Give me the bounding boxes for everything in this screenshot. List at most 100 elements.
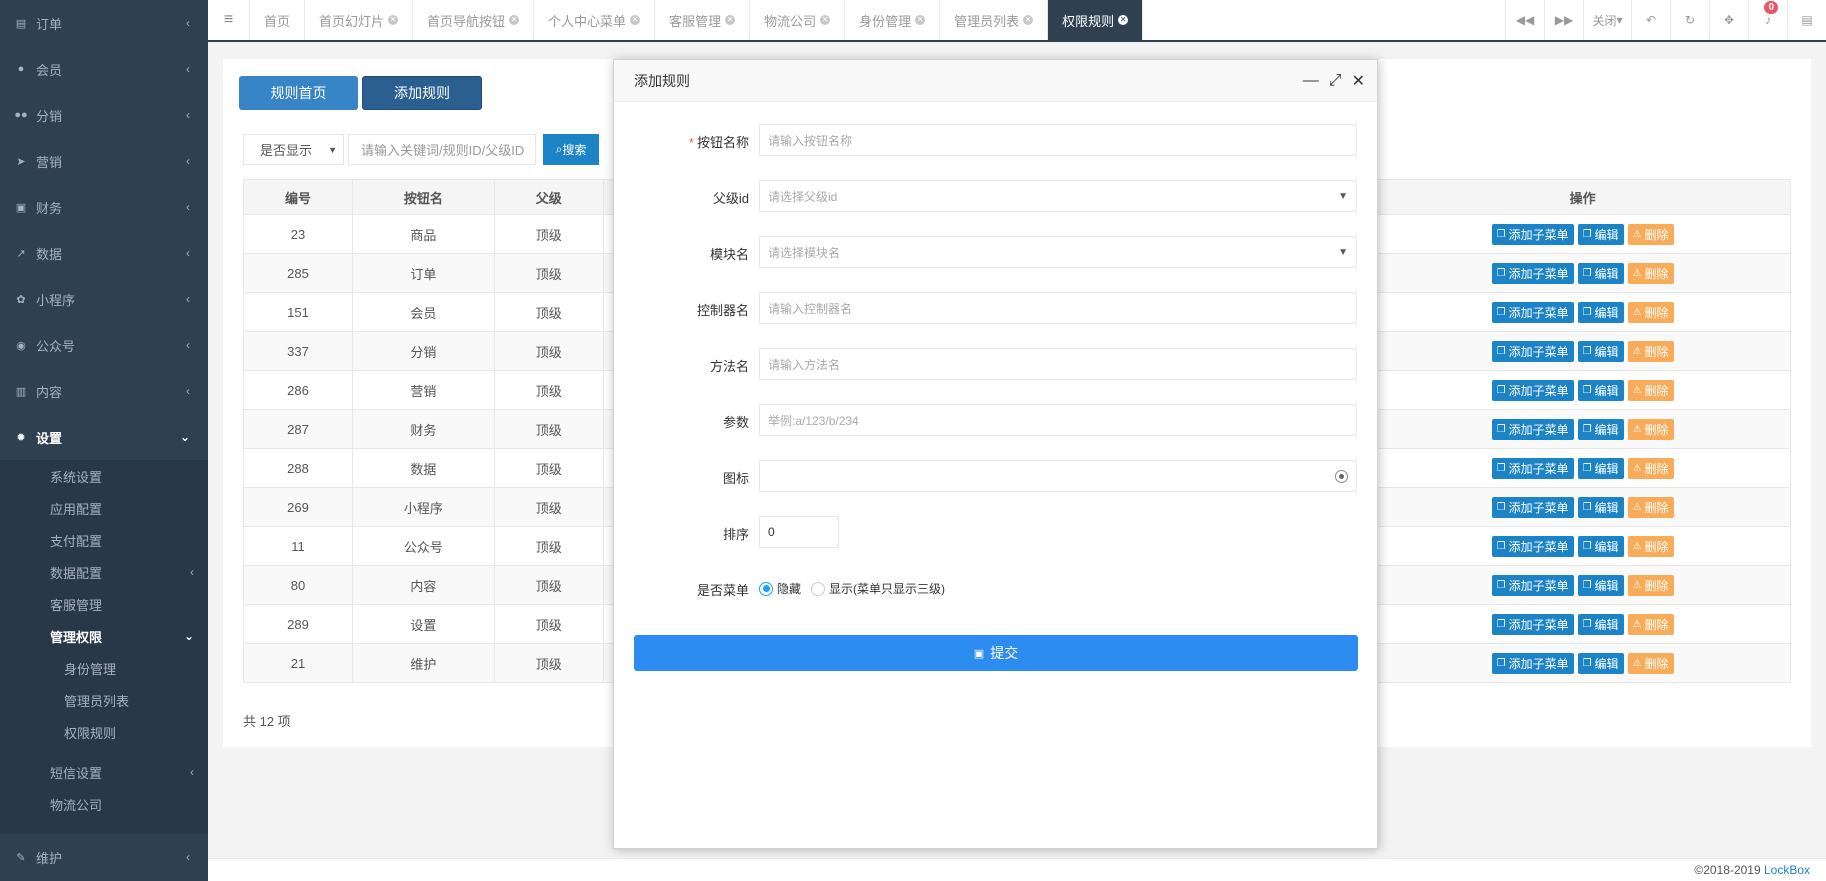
icon-input[interactable] [759,460,1357,492]
close-icon[interactable]: ✕ [1023,15,1034,25]
sub-item-roles[interactable]: 身份管理 [0,652,208,684]
tab-home[interactable]: 首页 [250,0,306,40]
sidebar-item-order[interactable]: ▤ 订单 ‹ [0,0,208,46]
tab-permission-rules[interactable]: 权限规则 ✕ [1048,0,1144,40]
delete-button[interactable]: ⚠ 删除 [1627,223,1674,245]
params-input[interactable]: 举例:a/123/b/234 [759,404,1357,436]
edit-button[interactable]: ❐ 编辑 [1577,652,1624,674]
method-input[interactable]: 请输入方法名 [759,348,1357,380]
delete-button[interactable]: ⚠ 删除 [1627,574,1674,596]
add-child-menu-button[interactable]: ❐ 添加子菜单 [1491,223,1574,245]
delete-button[interactable]: ⚠ 删除 [1627,535,1674,557]
add-child-menu-button[interactable]: ❐ 添加子菜单 [1491,301,1574,323]
bell-icon[interactable]: ♪ 0 [1748,0,1787,40]
close-icon[interactable]: ✕ [915,15,926,25]
add-rule-button[interactable]: 添加规则 [362,76,482,110]
menu-toggle-icon[interactable]: ≡ [208,0,250,40]
delete-button[interactable]: ⚠ 删除 [1627,262,1674,284]
scroll-right-icon[interactable]: ▶▶ [1544,0,1583,40]
sort-input[interactable]: 0 [759,516,839,548]
minimize-icon[interactable]: — [1303,72,1319,90]
edit-button[interactable]: ❐ 编辑 [1577,457,1624,479]
sub-item-system-settings[interactable]: 系统设置 [0,460,208,492]
add-child-menu-button[interactable]: ❐ 添加子菜单 [1491,496,1574,518]
radio-show[interactable] [811,581,826,596]
sub-item-sms-settings[interactable]: 短信设置 ‹ [0,756,208,788]
edit-button[interactable]: ❐ 编辑 [1577,223,1624,245]
sidebar-item-content[interactable]: ▥ 内容 ‹ [0,368,208,414]
delete-button[interactable]: ⚠ 删除 [1627,379,1674,401]
search-input[interactable]: 请输入关键词/规则ID/父级ID [348,134,536,165]
fullscreen-icon[interactable]: ✥ [1709,0,1748,40]
back-icon[interactable]: ↶ [1631,0,1670,40]
sub-item-permission-rules[interactable]: 权限规则 [0,716,208,748]
search-button[interactable]: ⌕ 搜索 [543,134,599,165]
sub-item-app-config[interactable]: 应用配置 [0,492,208,524]
sidebar-item-member[interactable]: ● 会员 ‹ [0,46,208,92]
delete-button[interactable]: ⚠ 删除 [1627,340,1674,362]
sub-item-permissions[interactable]: 管理权限 ⌄ [0,620,208,652]
radio-hide[interactable] [759,581,773,596]
add-child-menu-button[interactable]: ❐ 添加子菜单 [1491,535,1574,557]
close-tabs-dropdown[interactable]: 关闭 ▾ [1583,0,1631,40]
delete-button[interactable]: ⚠ 删除 [1627,418,1674,440]
panel-icon[interactable]: ▤ [1787,0,1826,40]
maximize-icon[interactable]: ⤢ [1329,72,1342,90]
sub-item-data-config[interactable]: 数据配置 ‹ [0,556,208,588]
delete-button[interactable]: ⚠ 删除 [1627,301,1674,323]
sidebar-item-maintenance[interactable]: ✎ 维护 ‹ [0,834,208,880]
edit-button[interactable]: ❐ 编辑 [1577,418,1624,440]
close-icon[interactable]: ✕ [509,15,520,25]
show-filter-select[interactable]: 是否显示 ▼ [243,134,344,165]
controller-input[interactable]: 请输入控制器名 [759,292,1357,324]
module-select[interactable]: 请选择模块名 ▼ [759,236,1357,268]
sub-item-logistics[interactable]: 物流公司 [0,788,208,820]
close-icon[interactable]: ✕ [388,15,399,25]
sub-item-admin-list[interactable]: 管理员列表 [0,684,208,716]
edit-button[interactable]: ❐ 编辑 [1577,613,1624,635]
button-name-input[interactable]: 请输入按钮名称 [759,124,1357,156]
delete-button[interactable]: ⚠ 删除 [1627,457,1674,479]
sub-item-customer-service[interactable]: 客服管理 [0,588,208,620]
brand-link[interactable]: LockBox [1764,863,1810,877]
sidebar-item-settings[interactable]: ✹ 设置 ⌄ [0,414,208,460]
sub-item-pay-config[interactable]: 支付配置 [0,524,208,556]
rules-home-button[interactable]: 规则首页 [239,76,358,110]
sidebar-item-data[interactable]: ↗ 数据 ‹ [0,230,208,276]
delete-button[interactable]: ⚠ 删除 [1627,652,1674,674]
add-child-menu-button[interactable]: ❐ 添加子菜单 [1491,574,1574,596]
edit-button[interactable]: ❐ 编辑 [1577,574,1624,596]
add-child-menu-button[interactable]: ❐ 添加子菜单 [1491,340,1574,362]
close-icon[interactable]: ✕ [820,15,831,25]
edit-button[interactable]: ❐ 编辑 [1577,301,1624,323]
add-child-menu-button[interactable]: ❐ 添加子菜单 [1491,652,1574,674]
sidebar-item-finance[interactable]: ▣ 财务 ‹ [0,184,208,230]
add-child-menu-button[interactable]: ❐ 添加子菜单 [1491,379,1574,401]
sidebar-item-mini-program[interactable]: ✿ 小程序 ‹ [0,276,208,322]
close-icon[interactable]: ✕ [1118,15,1129,25]
tab-logistics[interactable]: 物流公司 ✕ [750,0,846,40]
edit-button[interactable]: ❐ 编辑 [1577,379,1624,401]
edit-button[interactable]: ❐ 编辑 [1577,496,1624,518]
parent-id-select[interactable]: 请选择父级id ▼ [759,180,1357,212]
icon-picker-icon[interactable] [1335,469,1348,483]
refresh-icon[interactable]: ↻ [1670,0,1709,40]
scroll-left-icon[interactable]: ◀◀ [1505,0,1544,40]
tab-home-nav[interactable]: 首页导航按钮 ✕ [413,0,535,40]
tab-home-slides[interactable]: 首页幻灯片 ✕ [305,0,414,40]
tab-personal-menu[interactable]: 个人中心菜单 ✕ [534,0,656,40]
add-child-menu-button[interactable]: ❐ 添加子菜单 [1491,457,1574,479]
sidebar-item-distribution[interactable]: ●● 分销 ‹ [0,92,208,138]
sidebar-item-marketing[interactable]: ➤ 营销 ‹ [0,138,208,184]
tab-customer-service[interactable]: 客服管理 ✕ [655,0,751,40]
tab-roles[interactable]: 身份管理 ✕ [845,0,941,40]
close-icon[interactable]: ✕ [630,15,641,25]
edit-button[interactable]: ❐ 编辑 [1577,340,1624,362]
submit-button[interactable]: ▣ 提交 [634,635,1358,671]
delete-button[interactable]: ⚠ 删除 [1627,613,1674,635]
add-child-menu-button[interactable]: ❐ 添加子菜单 [1491,613,1574,635]
sidebar-item-official-account[interactable]: ◉ 公众号 ‹ [0,322,208,368]
close-icon[interactable]: ✕ [725,15,736,25]
close-icon[interactable]: ✕ [1352,71,1365,91]
delete-button[interactable]: ⚠ 删除 [1627,496,1674,518]
